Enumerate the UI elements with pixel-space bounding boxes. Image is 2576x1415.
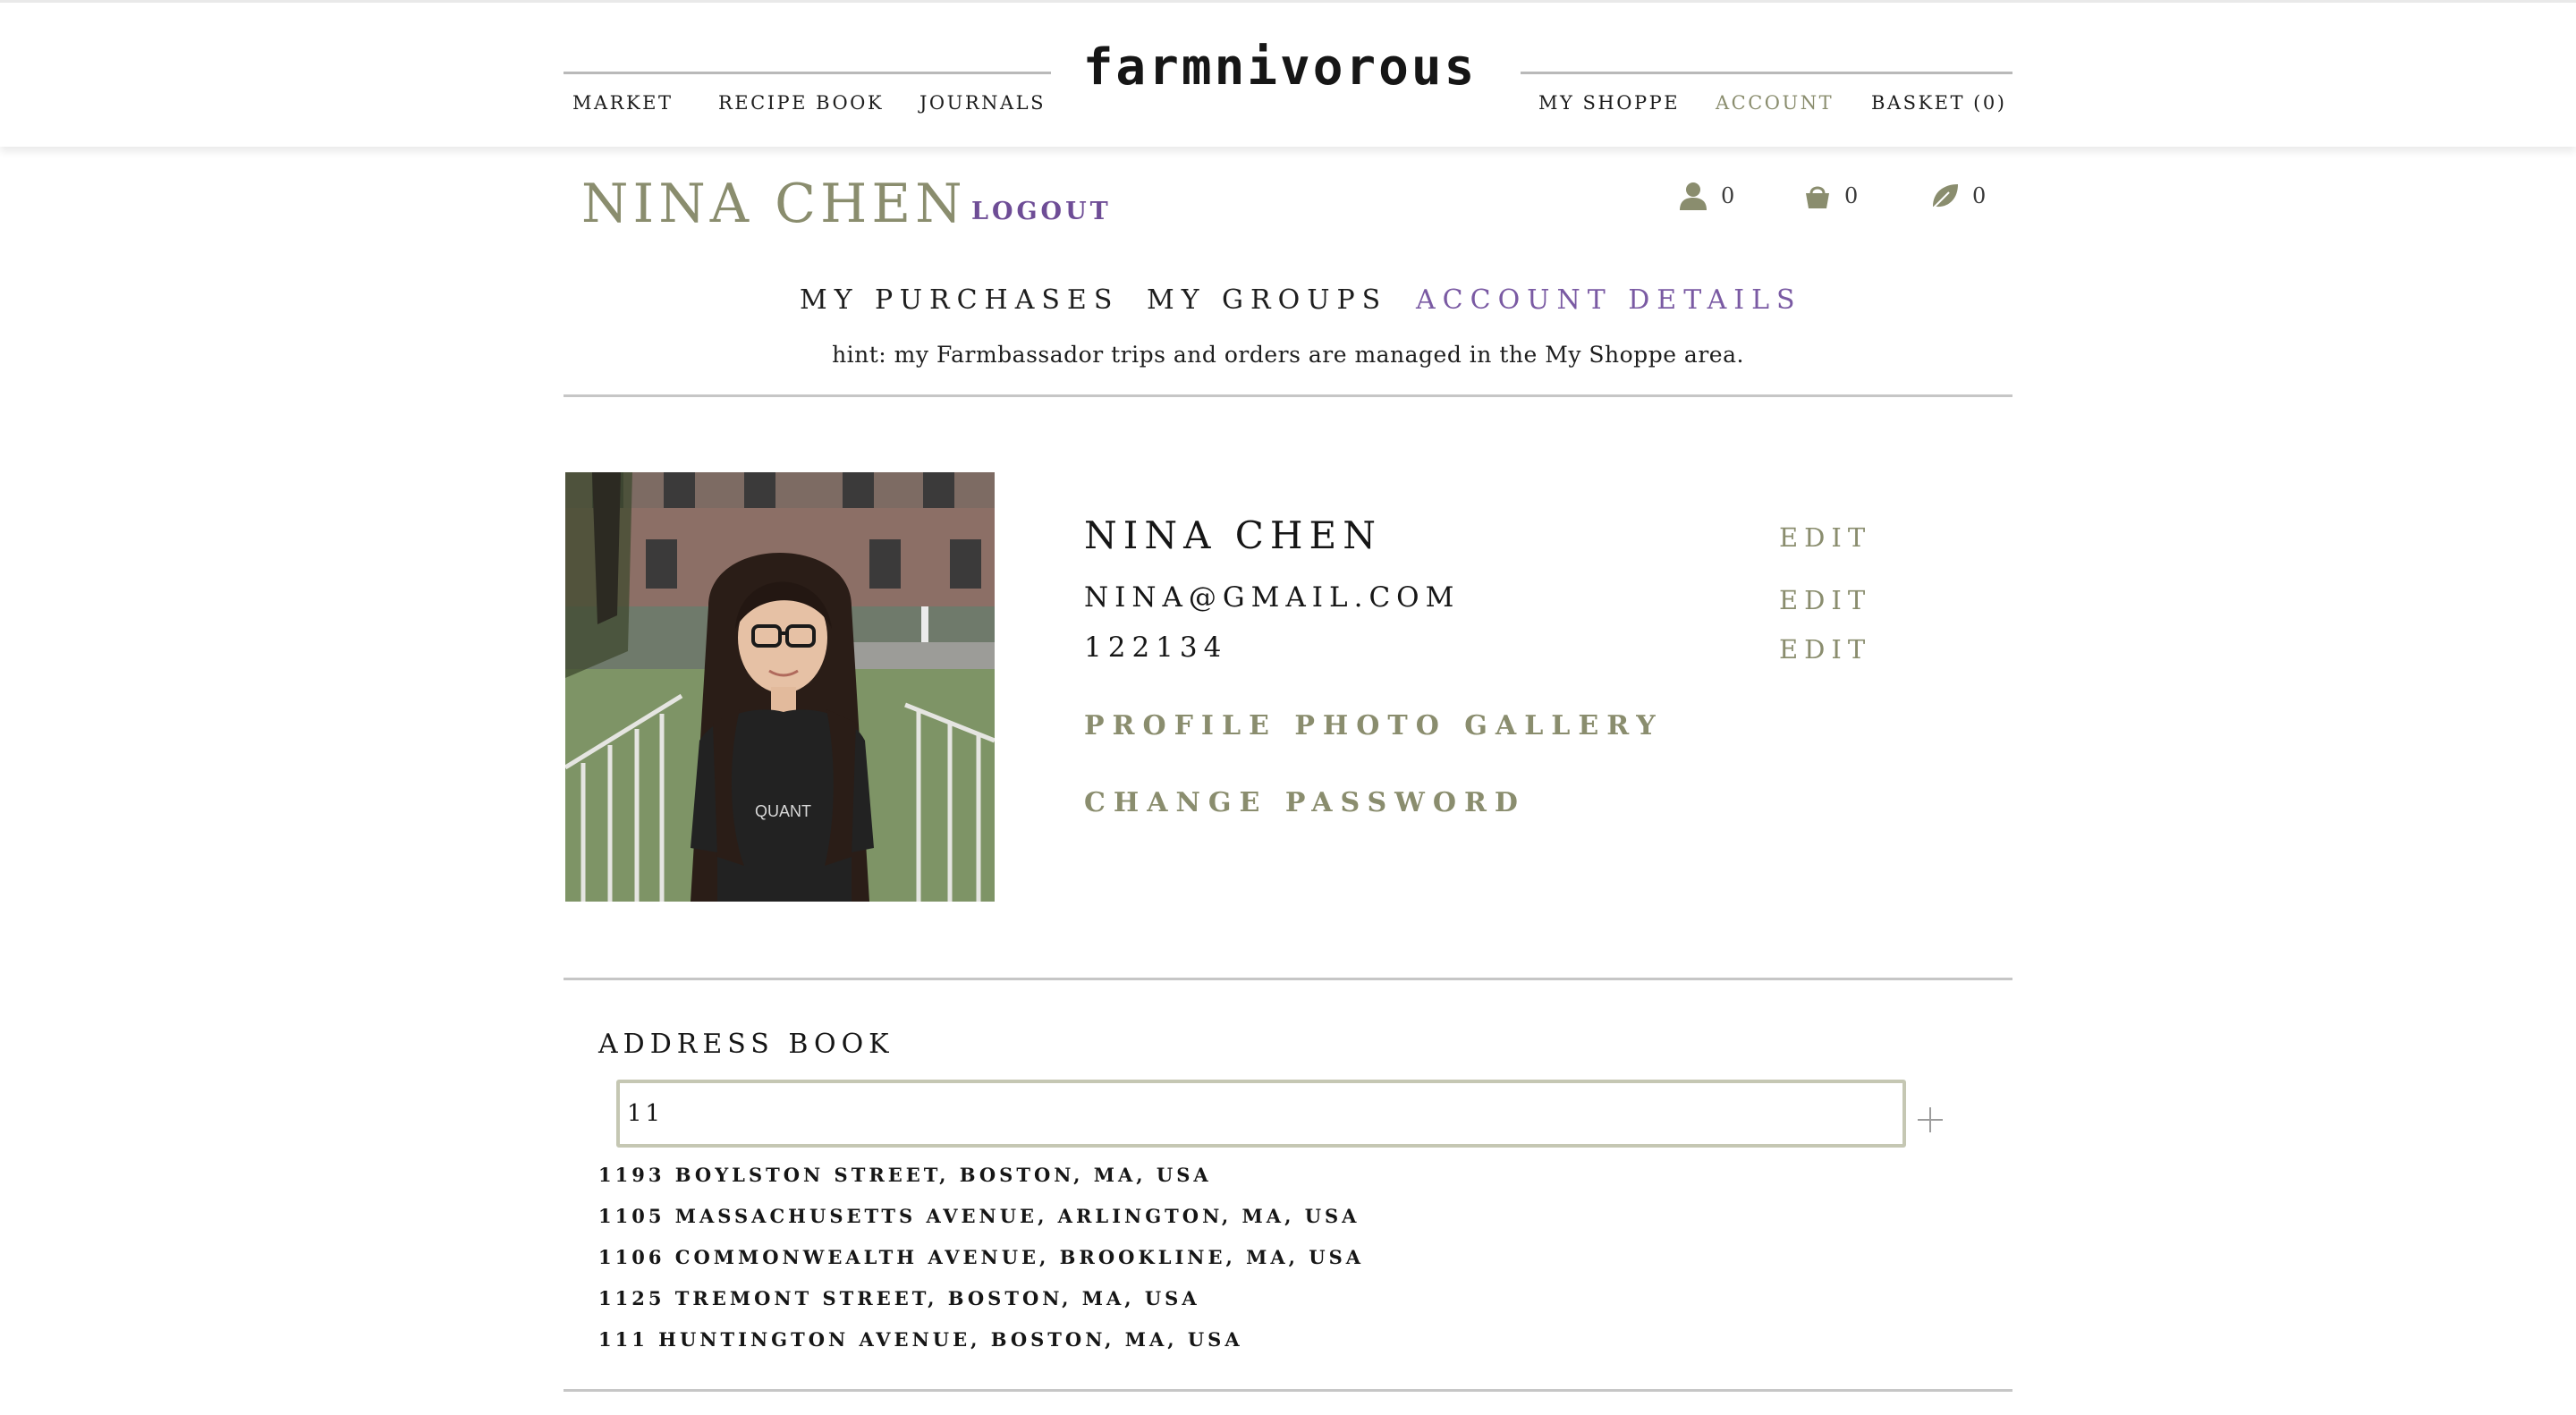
edit-code-button[interactable]: EDIT [1779, 634, 1871, 665]
nav-item-my-shoppe[interactable]: MY SHOPPE [1538, 92, 1680, 114]
address-suggestion[interactable]: 1125 TREMONT STREET, BOSTON, MA, USA [598, 1287, 1200, 1309]
basket-count: 0 [1844, 183, 1859, 208]
section-divider [564, 978, 2012, 980]
section-divider [564, 1389, 2012, 1392]
nav-item-recipe-book[interactable]: RECIPE BOOK [718, 92, 884, 114]
section-divider [564, 394, 2012, 397]
profile-name: NINA CHEN [1084, 513, 1382, 557]
logout-link[interactable]: LOGOUT [971, 198, 1112, 225]
top-navigation: MARKET RECIPE BOOK JOURNALS farmnivorous… [0, 0, 2576, 147]
change-password-link[interactable]: CHANGE PASSWORD [1084, 787, 1526, 818]
tab-my-groups[interactable]: MY GROUPS [1147, 284, 1387, 316]
address-search-input[interactable] [616, 1080, 1906, 1148]
followers-stat[interactable]: 0 [1678, 177, 1734, 215]
tab-account-details[interactable]: ACCOUNT DETAILS [1416, 284, 1802, 316]
nav-item-market[interactable]: MARKET [572, 92, 674, 114]
basket-stat[interactable]: 0 [1803, 177, 1858, 215]
address-suggestion[interactable]: 1106 COMMONWEALTH AVENUE, BROOKLINE, MA,… [598, 1246, 1364, 1268]
nav-divider-left [564, 72, 1051, 74]
leaf-count: 0 [1972, 183, 1987, 208]
followers-count: 0 [1721, 183, 1735, 208]
nav-item-journals[interactable]: JOURNALS [919, 92, 1046, 114]
edit-name-button[interactable]: EDIT [1779, 522, 1871, 553]
address-book-title: ADDRESS BOOK [598, 1029, 894, 1060]
address-suggestion[interactable]: 111 HUNTINGTON AVENUE, BOSTON, MA, USA [598, 1328, 1243, 1351]
nav-item-basket[interactable]: BASKET (0) [1871, 92, 2006, 114]
edit-email-button[interactable]: EDIT [1779, 585, 1871, 615]
plus-icon[interactable] [1918, 1107, 1943, 1132]
basket-icon [1806, 186, 1829, 208]
address-suggestion[interactable]: 1193 BOYLSTON STREET, BOSTON, MA, USA [598, 1164, 1212, 1186]
photo-shirt-text: QUANT [755, 802, 811, 820]
tab-my-purchases[interactable]: MY PURCHASES [800, 284, 1119, 316]
hint-text: hint: my Farmbassador trips and orders a… [832, 342, 1744, 368]
person-icon [1680, 182, 1707, 210]
site-logo[interactable]: farmnivorous [1061, 38, 1499, 97]
nav-item-account[interactable]: ACCOUNT [1716, 92, 1834, 114]
profile-photo-gallery-link[interactable]: PROFILE PHOTO GALLERY [1084, 710, 1664, 741]
profile-photo-image: QUANT [565, 472, 995, 902]
leaf-icon [1931, 184, 1958, 210]
profile-code: 122134 [1084, 631, 1228, 664]
profile-email: NINA@GMAIL.COM [1084, 581, 1461, 614]
address-suggestion[interactable]: 1105 MASSACHUSETTS AVENUE, ARLINGTON, MA… [598, 1205, 1360, 1227]
nav-divider-right [1521, 72, 2012, 74]
leaf-stat[interactable]: 0 [1929, 177, 1986, 215]
profile-photo[interactable]: QUANT [565, 472, 995, 902]
account-user-name: NINA CHEN [581, 173, 967, 235]
